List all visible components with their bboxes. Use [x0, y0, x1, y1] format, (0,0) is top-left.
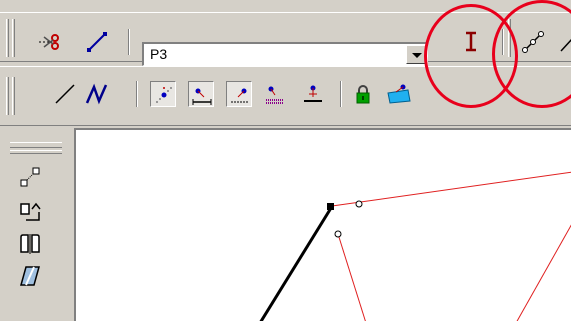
text-cursor-icon — [466, 31, 476, 52]
drawing-line-black[interactable] — [259, 207, 333, 321]
drawing-svg — [259, 171, 571, 321]
line-tool-icon — [560, 38, 571, 52]
shear-icon — [20, 266, 40, 286]
snap-base-button[interactable] — [300, 81, 326, 107]
toolbar-separator — [502, 29, 504, 55]
chevron-down-icon[interactable] — [406, 45, 426, 64]
lock-button[interactable] — [350, 81, 376, 107]
line-tool-icon — [55, 84, 75, 104]
toolbar-separator — [340, 81, 342, 107]
snap-midpoint-button[interactable] — [226, 81, 252, 107]
edit-toolbar: P3 — [0, 12, 571, 66]
selected-vertex[interactable] — [327, 203, 334, 210]
toolbar-grip[interactable] — [12, 77, 15, 115]
drawing-line-red[interactable] — [331, 171, 571, 207]
snap-midpoint-icon — [231, 88, 249, 103]
toolbar-grip[interactable] — [12, 19, 15, 57]
mirror-icon — [20, 234, 40, 254]
polyline-tool-button[interactable] — [84, 81, 110, 107]
snap-toolbar — [0, 66, 571, 126]
toolbar-grip[interactable] — [10, 150, 62, 154]
lock-icon — [356, 85, 370, 104]
control-point[interactable] — [355, 200, 363, 208]
scale-icon — [20, 167, 40, 187]
drawing-line-red[interactable] — [337, 233, 366, 321]
toolbar-grip[interactable] — [6, 19, 9, 57]
draw-line-button[interactable] — [84, 29, 110, 55]
snap-dotted-button[interactable] — [262, 81, 288, 107]
control-point[interactable] — [334, 230, 342, 238]
mirror-button[interactable] — [18, 232, 42, 256]
polyline-point-icon — [522, 31, 544, 53]
cut-button[interactable] — [36, 29, 62, 55]
rotate-button[interactable] — [18, 200, 42, 224]
snap-dotted-icon — [266, 86, 284, 104]
snap-point-icon — [156, 87, 172, 103]
layer-icon — [387, 84, 411, 104]
toolbar-grip[interactable] — [508, 19, 511, 57]
line-tool-button[interactable] — [52, 81, 78, 107]
snap-point-button[interactable] — [150, 81, 176, 107]
rotate-icon — [20, 202, 41, 221]
shear-button[interactable] — [18, 264, 42, 288]
snap-segment-icon — [192, 88, 212, 105]
scale-button[interactable] — [18, 166, 42, 190]
layer-button[interactable] — [386, 81, 412, 107]
toolbar-grip[interactable] — [6, 77, 9, 115]
drawing-canvas[interactable] — [74, 128, 571, 321]
draw-line-icon — [87, 32, 107, 52]
polyline-point-button[interactable] — [520, 29, 546, 55]
cut-icon — [39, 34, 59, 50]
snap-segment-button[interactable] — [188, 81, 214, 107]
combo-value: P3 — [150, 46, 168, 62]
text-cursor-button[interactable] — [458, 28, 484, 54]
point-selector-combo[interactable]: P3 — [142, 42, 428, 66]
next-tool-button[interactable] — [558, 29, 571, 55]
snap-base-icon — [304, 85, 322, 102]
polyline-tool-icon — [85, 83, 108, 105]
transform-toolbar — [0, 128, 74, 321]
toolbar-separator — [136, 81, 138, 107]
application-window: P3 — [0, 0, 571, 321]
toolbar-grip[interactable] — [10, 142, 62, 148]
toolbar-separator — [128, 29, 130, 55]
drawing-line-red[interactable] — [516, 222, 571, 321]
